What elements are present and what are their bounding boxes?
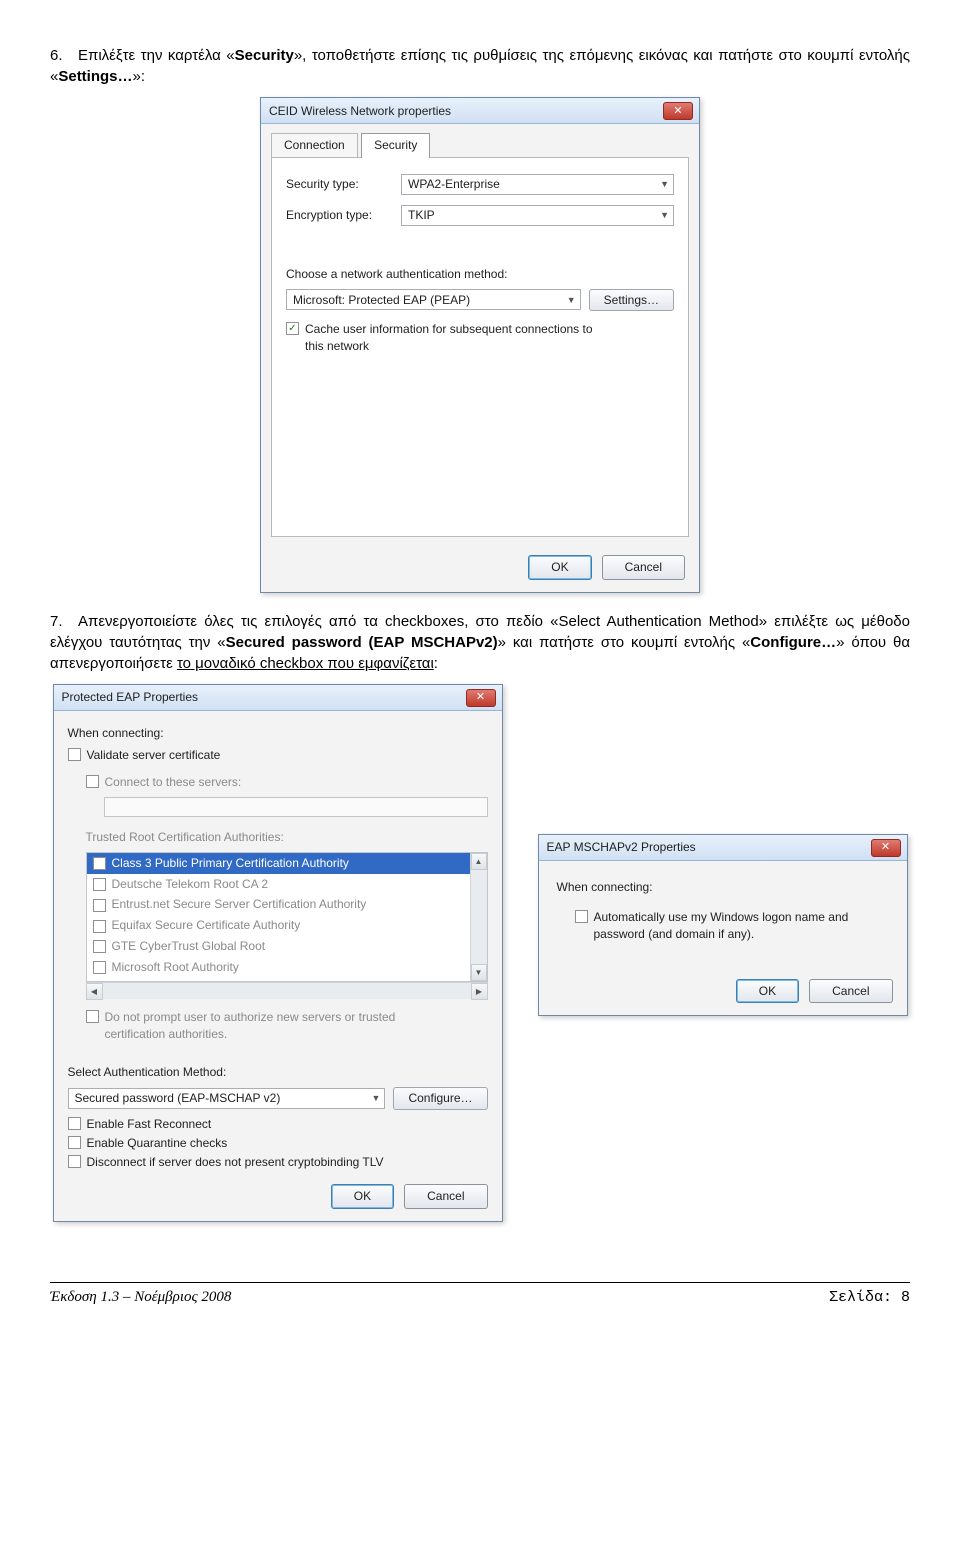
cache-label: Cache user information for subsequent co…	[305, 321, 605, 355]
step7-num: 7.	[50, 611, 78, 632]
connect-servers-checkbox[interactable]	[86, 775, 99, 788]
list-item[interactable]: Class 3 Public Primary Certification Aut…	[87, 853, 487, 874]
list-item[interactable]: Microsoft Root Authority	[87, 957, 487, 978]
connect-servers-label: Connect to these servers:	[105, 774, 242, 791]
list-item[interactable]: Equifax Secure Certificate Authority	[87, 915, 487, 936]
titlebar: EAP MSCHAPv2 Properties ✕	[539, 835, 907, 861]
footer-left: Έκδοση 1.3 – Νοέμβριος 2008	[50, 1289, 231, 1306]
configure-button[interactable]: Configure…	[393, 1087, 487, 1110]
label-encryption-type: Encryption type:	[286, 207, 401, 224]
settings-button[interactable]: Settings…	[589, 289, 674, 312]
when-connecting-label: When connecting:	[557, 879, 889, 896]
cancel-button[interactable]: Cancel	[602, 555, 685, 580]
cache-checkbox[interactable]: ✓	[286, 322, 299, 335]
list-item[interactable]: Deutsche Telekom Root CA 2	[87, 874, 487, 895]
step6-num: 6.	[50, 45, 78, 66]
peap-properties-dialog: Protected EAP Properties ✕ When connecti…	[53, 684, 503, 1223]
dialog-title: Protected EAP Properties	[62, 689, 199, 706]
step6-text: 6.Επιλέξτε την καρτέλα «Security», τοποθ…	[50, 45, 910, 87]
trusted-authorities-list[interactable]: Class 3 Public Primary Certification Aut…	[86, 852, 488, 982]
scroll-right-icon[interactable]: ▶	[471, 983, 488, 1000]
validate-cert-checkbox[interactable]	[68, 748, 81, 761]
close-icon[interactable]: ✕	[663, 102, 693, 120]
scroll-down-icon[interactable]: ▼	[471, 964, 487, 981]
cancel-button[interactable]: Cancel	[809, 979, 892, 1004]
footer-right: Σελίδα: 8	[829, 1289, 910, 1306]
ok-button[interactable]: OK	[736, 979, 799, 1004]
item-checkbox[interactable]	[93, 899, 106, 912]
chevron-down-icon: ▼	[567, 294, 576, 307]
trusted-label: Trusted Root Certification Authorities:	[86, 829, 488, 846]
list-item[interactable]: GTE CyberTrust Global Root	[87, 936, 487, 957]
vertical-scrollbar[interactable]: ▲ ▼	[470, 853, 487, 981]
validate-cert-label: Validate server certificate	[87, 747, 221, 764]
quarantine-checkbox[interactable]	[68, 1136, 81, 1149]
item-checkbox[interactable]	[93, 940, 106, 953]
wireless-properties-dialog: CEID Wireless Network properties ✕ Conne…	[260, 97, 700, 593]
close-icon[interactable]: ✕	[466, 689, 496, 707]
step7-text: 7.Απενεργοποιείστε όλες τις επιλογές από…	[50, 611, 910, 674]
footer-rule	[50, 1282, 910, 1283]
fast-reconnect-label: Enable Fast Reconnect	[87, 1116, 212, 1133]
auto-logon-checkbox[interactable]	[575, 910, 588, 923]
chevron-down-icon: ▼	[660, 178, 669, 191]
ok-button[interactable]: OK	[331, 1184, 394, 1209]
dialog-title: CEID Wireless Network properties	[269, 103, 451, 120]
list-item[interactable]: Microsoft Root Certificate Authority	[87, 978, 487, 982]
item-checkbox[interactable]	[93, 920, 106, 933]
auto-logon-label: Automatically use my Windows logon name …	[594, 909, 874, 943]
page-footer: Έκδοση 1.3 – Νοέμβριος 2008 Σελίδα: 8	[0, 1289, 960, 1326]
servers-input[interactable]	[104, 797, 488, 817]
close-icon[interactable]: ✕	[871, 839, 901, 857]
tab-connection[interactable]: Connection	[271, 133, 358, 158]
no-prompt-checkbox[interactable]	[86, 1010, 99, 1023]
item-checkbox[interactable]	[93, 857, 106, 870]
fast-reconnect-checkbox[interactable]	[68, 1117, 81, 1130]
titlebar: CEID Wireless Network properties ✕	[261, 98, 699, 124]
select-auth-label: Select Authentication Method:	[68, 1064, 488, 1081]
cryptobind-checkbox[interactable]	[68, 1155, 81, 1168]
cancel-button[interactable]: Cancel	[404, 1184, 487, 1209]
quarantine-label: Enable Quarantine checks	[87, 1135, 228, 1152]
no-prompt-label: Do not prompt user to authorize new serv…	[105, 1009, 445, 1043]
security-type-combo[interactable]: WPA2-Enterprise ▼	[401, 174, 674, 195]
mschapv2-properties-dialog: EAP MSCHAPv2 Properties ✕ When connectin…	[538, 834, 908, 1017]
scroll-up-icon[interactable]: ▲	[471, 853, 487, 870]
when-connecting-label: When connecting:	[68, 725, 488, 742]
item-checkbox[interactable]	[93, 961, 106, 974]
chevron-down-icon: ▼	[372, 1092, 381, 1105]
horizontal-scrollbar[interactable]: ◀ ▶	[86, 982, 488, 999]
titlebar: Protected EAP Properties ✕	[54, 685, 502, 711]
item-checkbox[interactable]	[93, 878, 106, 891]
ok-button[interactable]: OK	[528, 555, 591, 580]
label-choose-method: Choose a network authentication method:	[286, 266, 674, 283]
list-item[interactable]: Entrust.net Secure Server Certification …	[87, 894, 487, 915]
select-auth-combo[interactable]: Secured password (EAP-MSCHAP v2) ▼	[68, 1088, 386, 1109]
dialog-title: EAP MSCHAPv2 Properties	[547, 839, 696, 856]
label-security-type: Security type:	[286, 176, 401, 193]
scroll-left-icon[interactable]: ◀	[86, 983, 103, 1000]
cryptobind-label: Disconnect if server does not present cr…	[87, 1154, 384, 1171]
auth-method-combo[interactable]: Microsoft: Protected EAP (PEAP) ▼	[286, 289, 581, 310]
tab-security[interactable]: Security	[361, 133, 430, 158]
chevron-down-icon: ▼	[660, 209, 669, 222]
encryption-type-combo[interactable]: TKIP ▼	[401, 205, 674, 226]
